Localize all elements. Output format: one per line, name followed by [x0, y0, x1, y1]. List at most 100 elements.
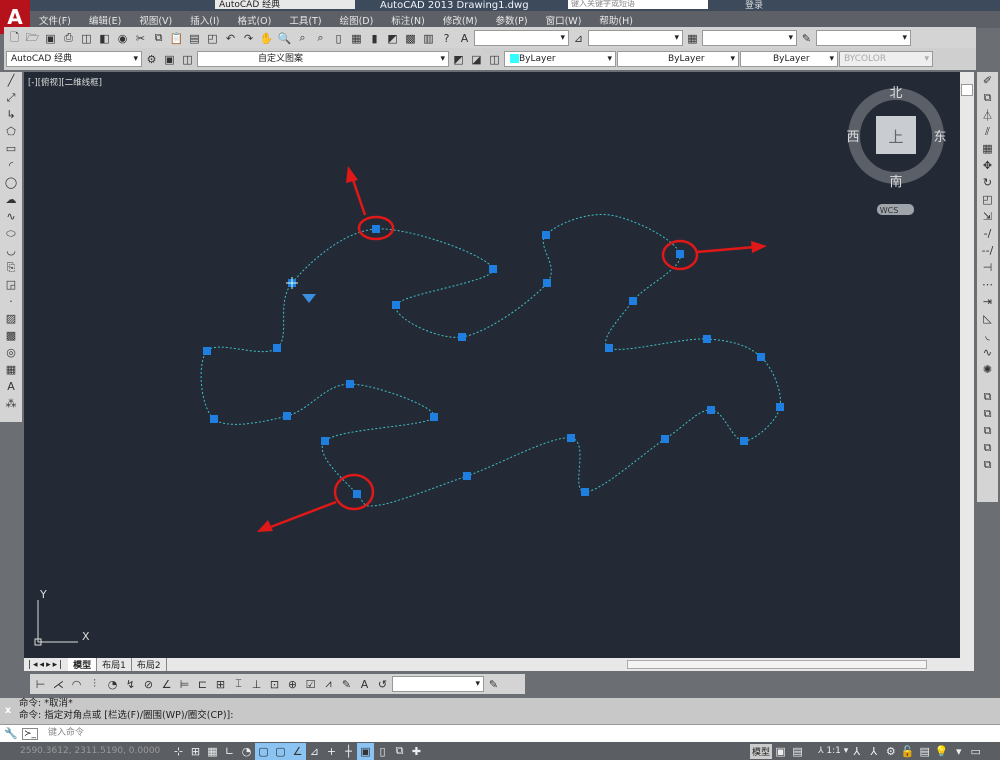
lineweight-select[interactable]: ByLayer	[740, 51, 838, 67]
table-style-icon[interactable]: ▦	[684, 30, 701, 47]
grip-point[interactable]	[430, 413, 438, 421]
add-selected-icon[interactable]: ⁂	[3, 395, 20, 412]
construction-line-icon[interactable]: ⤢	[3, 89, 20, 106]
3d-dwf-icon[interactable]: ◉	[114, 30, 131, 47]
rectangle-icon[interactable]: ▭	[3, 140, 20, 157]
workspace-switch-gear-icon[interactable]: ⚙	[882, 743, 899, 760]
menu-modify[interactable]: 修改(M)	[434, 13, 487, 27]
compass-south[interactable]: 南	[889, 174, 902, 190]
undo-icon[interactable]: ↶	[222, 30, 239, 47]
explode-icon[interactable]: ✺	[979, 361, 996, 378]
grip-point[interactable]	[567, 434, 575, 442]
dyn-icon[interactable]: +	[323, 743, 340, 760]
revcloud-icon[interactable]: ☁	[3, 191, 20, 208]
tab-layout2[interactable]: 布局2	[132, 658, 167, 671]
blend-icon[interactable]: ∿	[979, 344, 996, 361]
text-style-icon[interactable]: A	[456, 30, 473, 47]
layer-previous-icon[interactable]: ◪	[468, 51, 485, 68]
tolerance-icon[interactable]: ⊡	[266, 676, 283, 693]
insert-block-icon[interactable]: ⎘	[3, 259, 20, 276]
color-select[interactable]: ByLayer	[504, 51, 616, 67]
chamfer-icon[interactable]: ◺	[979, 310, 996, 327]
tab-navigation-arrows[interactable]: |◂◂▸▸|	[24, 660, 68, 670]
multileader-style-icon[interactable]: ✎	[798, 30, 815, 47]
dim-text-edit-icon[interactable]: A	[356, 676, 373, 693]
text-style-select[interactable]	[474, 30, 569, 46]
jogged-linear-icon[interactable]: ⩘	[320, 676, 337, 693]
lock-icon[interactable]: 🔓	[899, 743, 916, 760]
copy-object-icon[interactable]: ⧉	[979, 89, 996, 106]
block-editor-icon[interactable]: ◰	[204, 30, 221, 47]
menu-format[interactable]: 格式(O)	[228, 13, 280, 27]
ortho-icon[interactable]: ∟	[221, 743, 238, 760]
copy-icon[interactable]: ⧉	[150, 30, 167, 47]
customize-wrench-icon[interactable]: 🔧	[4, 727, 18, 740]
dim-linear-icon[interactable]: ⊢	[32, 676, 49, 693]
new-icon[interactable]: 🗋	[6, 30, 23, 47]
hatch-icon[interactable]: ▨	[3, 310, 20, 327]
extend-icon[interactable]: --/	[979, 242, 996, 259]
zoom-window-icon[interactable]: ⌕	[294, 30, 311, 47]
dim-diameter-icon[interactable]: ⊘	[140, 676, 157, 693]
layer-state-icon[interactable]: ◫	[486, 51, 503, 68]
plotstyle-select[interactable]: BYCOLOR	[839, 51, 933, 67]
isolate-objects-icon[interactable]: 💡	[933, 743, 950, 760]
polygon-icon[interactable]: ⬠	[3, 123, 20, 140]
paste-icon[interactable]: 📋	[168, 30, 185, 47]
menu-dimension[interactable]: 标注(N)	[382, 13, 434, 27]
grip-point[interactable]	[629, 297, 637, 305]
make-current-layer-icon[interactable]: ◩	[450, 51, 467, 68]
transparency-icon[interactable]: ▣	[357, 742, 374, 760]
dim-space-icon[interactable]: ⌶	[230, 676, 247, 693]
quick-dim-icon[interactable]: ⊨	[176, 676, 193, 693]
compass-north[interactable]: 北	[889, 86, 902, 101]
break-point-icon[interactable]: ⊣	[979, 259, 996, 276]
grip-point[interactable]	[283, 412, 291, 420]
tab-model[interactable]: 模型	[68, 658, 98, 671]
mtext-icon[interactable]: A	[3, 378, 20, 395]
gradient-icon[interactable]: ▩	[3, 327, 20, 344]
move-icon[interactable]: ✥	[979, 157, 996, 174]
ducs-icon[interactable]: ⊿	[306, 743, 323, 760]
grip-point[interactable]	[203, 347, 211, 355]
clean-screen-icon[interactable]: ▭	[967, 743, 984, 760]
menu-edit[interactable]: 编辑(E)	[80, 13, 130, 27]
dim-angular-icon[interactable]: ∠	[158, 676, 175, 693]
save-icon[interactable]: ▣	[42, 30, 59, 47]
dim-radius-icon[interactable]: ◔	[104, 676, 121, 693]
send-under-icon[interactable]: ⧉	[979, 456, 996, 473]
grip-point[interactable]	[661, 435, 669, 443]
print-icon[interactable]: ⎙	[60, 30, 77, 47]
grip-point[interactable]	[353, 490, 361, 498]
3d-osnap-icon[interactable]: ▢	[272, 742, 289, 760]
scale-icon[interactable]: ◰	[979, 191, 996, 208]
infer-constraints-icon[interactable]: ⊹	[170, 743, 187, 760]
ellipse-arc-icon[interactable]: ◡	[3, 242, 20, 259]
grip-point[interactable]	[273, 344, 281, 352]
dim-update-icon[interactable]: ↺	[374, 676, 391, 693]
otrack-icon[interactable]: ∠	[289, 742, 306, 760]
circle-icon[interactable]: ◯	[3, 174, 20, 191]
dim-baseline-icon[interactable]: ⊏	[194, 676, 211, 693]
dim-edit-icon[interactable]: ✎	[338, 676, 355, 693]
grip-point[interactable]	[707, 406, 715, 414]
match-icon[interactable]: ▤	[186, 30, 203, 47]
mirror-icon[interactable]: ⏃	[979, 106, 996, 123]
model-space-button[interactable]: 模型	[750, 743, 773, 759]
send-back-icon[interactable]: ⧉	[979, 422, 996, 439]
grip-point[interactable]	[392, 301, 400, 309]
open-icon[interactable]: 🗁	[24, 30, 41, 47]
help-icon[interactable]: ?	[438, 30, 455, 47]
fillet-icon[interactable]: ◟	[979, 327, 996, 344]
grip-point[interactable]	[458, 333, 466, 341]
compass-east[interactable]: 东	[933, 130, 946, 145]
quick-view-drawings-icon[interactable]: ▤	[789, 743, 806, 760]
dim-arc-icon[interactable]: ◠	[68, 676, 85, 693]
spline-icon[interactable]: ∿	[3, 208, 20, 225]
grip-point[interactable]	[463, 472, 471, 480]
publish-icon[interactable]: ◧	[96, 30, 113, 47]
grip-point[interactable]	[676, 250, 684, 258]
spline-curve[interactable]	[200, 213, 781, 507]
quick-view-layouts-icon[interactable]: ▣	[772, 743, 789, 760]
array-icon[interactable]: ▦	[979, 140, 996, 157]
